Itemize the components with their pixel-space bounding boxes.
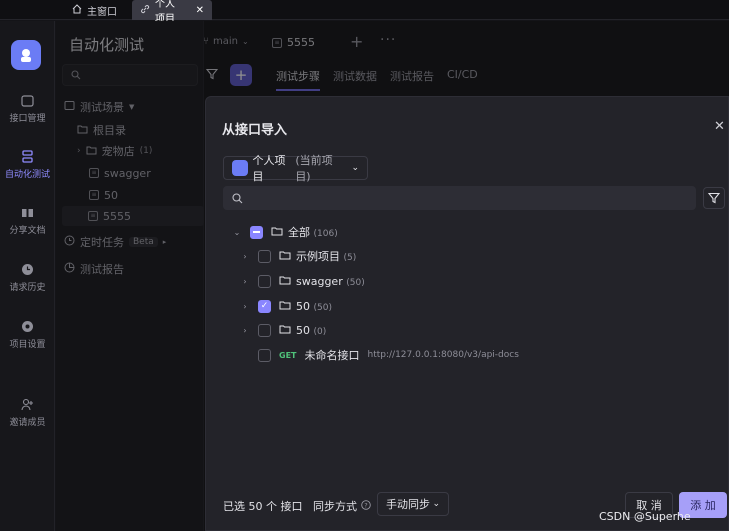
rail-item-label: 请求历史 xyxy=(9,283,46,293)
checkbox-checked[interactable]: ✓ xyxy=(258,299,271,313)
chevron-right-icon[interactable]: › xyxy=(240,326,250,335)
test-icon xyxy=(21,149,35,163)
project-select[interactable]: 个人项目 (当前项目) ⌄ xyxy=(223,154,368,183)
tree-row-label: 50 xyxy=(296,323,310,337)
import-tree-row-50-checked[interactable]: › ✓ 50 (50) xyxy=(240,296,332,316)
rail-item-api[interactable]: 接口管理 xyxy=(0,93,55,124)
help-icon[interactable]: ? xyxy=(361,499,371,513)
project-avatar-icon xyxy=(232,160,248,176)
import-tree-row-swagger[interactable]: › swagger (50) xyxy=(240,271,365,291)
invite-icon xyxy=(21,397,35,411)
project-suffix: (当前项目) xyxy=(295,154,333,183)
rail-item-share[interactable]: 分享文档 xyxy=(0,205,55,236)
sync-mode-select[interactable]: 手动同步 ⌄ xyxy=(377,492,449,516)
checkbox-partial[interactable] xyxy=(250,225,263,239)
rail-item-label: 分享文档 xyxy=(9,226,46,236)
history-icon xyxy=(21,262,35,276)
rail-item-label: 接口管理 xyxy=(9,114,46,124)
folder-icon xyxy=(279,275,291,288)
tree-row-label: swagger xyxy=(296,274,343,288)
rail-item-label: 自动化测试 xyxy=(4,170,50,180)
import-tree-row-50-empty[interactable]: › 50 (0) xyxy=(240,320,326,340)
chevron-down-icon: ⌄ xyxy=(351,163,359,173)
svg-text:?: ? xyxy=(364,501,367,509)
checkbox[interactable] xyxy=(258,249,271,263)
window-tab-project[interactable]: 个人项目 ✕ xyxy=(132,0,212,25)
rail-item-history[interactable]: 请求历史 xyxy=(0,262,55,293)
import-tree-row-examples[interactable]: › 示例项目 (5) xyxy=(240,246,356,266)
sync-mode-label: 同步方式 xyxy=(313,500,357,513)
checkbox[interactable] xyxy=(258,323,271,337)
tree-row-label: 未命名接口 xyxy=(304,349,360,362)
search-icon xyxy=(232,192,243,203)
chevron-down-icon[interactable]: ⌄ xyxy=(232,228,242,237)
tree-row-count: (50) xyxy=(346,277,365,288)
book-icon xyxy=(21,205,35,219)
rail-item-label: 邀请成员 xyxy=(9,418,46,428)
tree-row-label: 全部 xyxy=(288,226,310,239)
folder-icon xyxy=(279,324,291,337)
rail-item-settings[interactable]: 项目设置 xyxy=(0,319,55,350)
close-icon[interactable]: ✕ xyxy=(196,5,204,16)
sync-mode-value: 手动同步 xyxy=(386,498,430,511)
sync-mode-label-group: 同步方式 ? xyxy=(313,498,371,514)
link-icon xyxy=(140,4,150,17)
folder-icon xyxy=(271,226,283,239)
watermark: CSDN @Superhe xyxy=(599,510,691,523)
modal-title: 从接口导入 xyxy=(222,123,288,138)
chevron-right-icon[interactable]: › xyxy=(240,302,250,311)
selected-count: 已选 50 个 接口 xyxy=(223,500,303,513)
api-search-field[interactable] xyxy=(223,186,696,210)
import-tree-row-all[interactable]: ⌄ 全部 (106) xyxy=(232,222,338,242)
project-avatar[interactable] xyxy=(11,40,41,70)
checkbox[interactable] xyxy=(258,274,271,288)
filter-icon[interactable] xyxy=(703,187,725,209)
api-icon xyxy=(21,93,35,107)
window-tab-label: 主窗口 xyxy=(87,6,117,18)
window-tab-main[interactable]: 主窗口 xyxy=(64,0,125,20)
home-icon xyxy=(72,3,82,17)
chevron-right-icon[interactable]: › xyxy=(240,252,250,261)
rail-item-autotest[interactable]: 自动化测试 xyxy=(0,149,55,180)
folder-icon xyxy=(279,250,291,263)
settings-icon xyxy=(21,319,35,333)
chevron-right-icon[interactable]: › xyxy=(240,277,250,286)
chevron-down-icon: ⌄ xyxy=(432,499,440,509)
import-tree-row-unnamed-api[interactable]: GET 未命名接口 http://127.0.0.1:8080/v3/api-d… xyxy=(240,345,519,365)
tree-row-count: (106) xyxy=(313,229,338,239)
tree-row-count: (5) xyxy=(343,253,357,263)
api-search-input[interactable] xyxy=(251,191,671,205)
project-name: 个人项目 xyxy=(252,154,286,183)
checkbox[interactable] xyxy=(258,348,271,362)
tree-row-label: 示例项目 xyxy=(296,250,340,263)
tree-row-count: (0) xyxy=(313,326,327,337)
folder-icon xyxy=(279,300,291,313)
rail-item-invite[interactable]: 邀请成员 xyxy=(0,397,55,428)
tree-row-count: (50) xyxy=(313,302,332,313)
tree-row-label: 50 xyxy=(296,299,310,313)
close-icon[interactable]: ✕ xyxy=(714,119,725,134)
rail-item-label: 项目设置 xyxy=(9,340,46,350)
api-url: http://127.0.0.1:8080/v3/api-docs xyxy=(367,350,519,360)
http-method-badge: GET xyxy=(279,350,297,360)
